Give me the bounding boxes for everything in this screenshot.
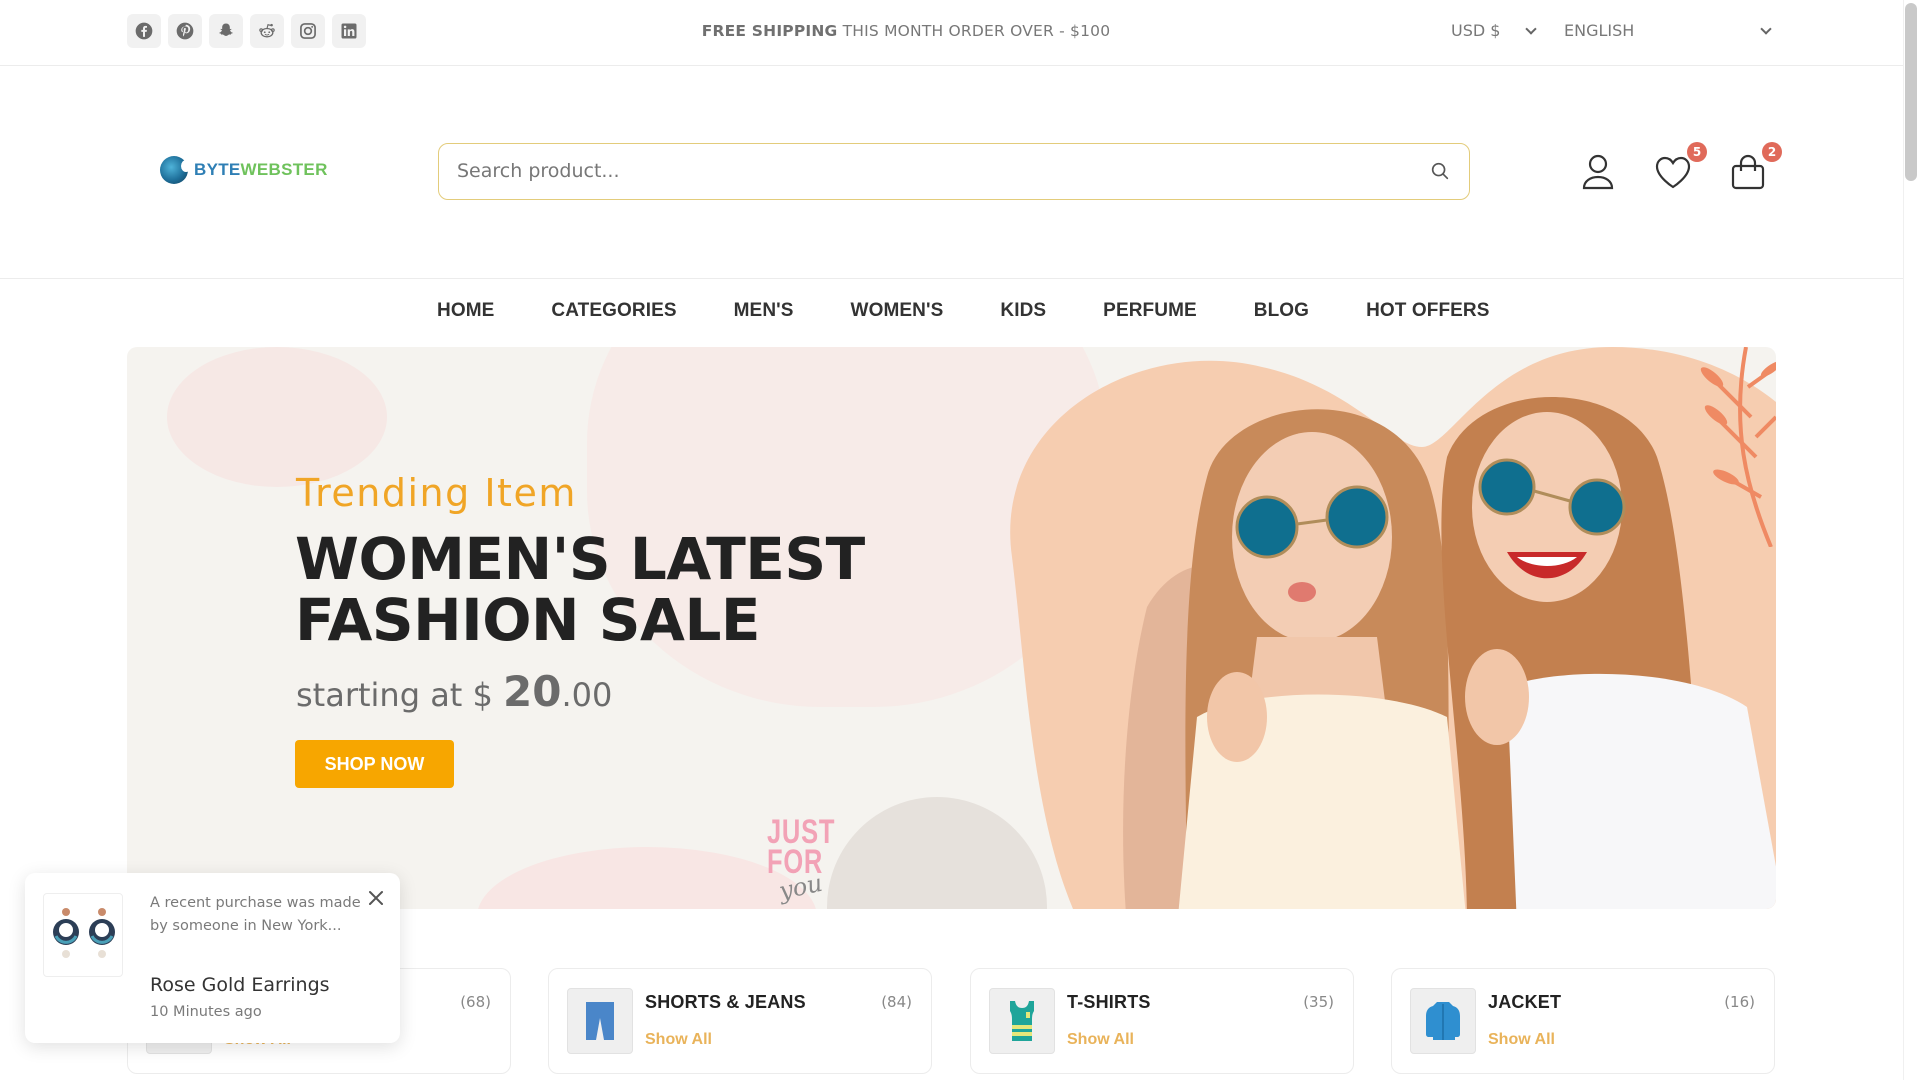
toast-message: A recent purchase was made by someone in…: [150, 895, 361, 934]
hero-banner: Trending Item WOMEN'S LATEST FASHION SAL…: [127, 347, 1776, 909]
decor-leaf-icon: [1700, 347, 1776, 547]
language-select[interactable]: ENGLISH: [1564, 21, 1772, 40]
cart-count-badge: 2: [1762, 142, 1782, 162]
category-thumb: [567, 988, 633, 1054]
currency-value: USD $: [1451, 21, 1501, 40]
show-all-link[interactable]: Show All: [1067, 1031, 1134, 1049]
search-icon: [1431, 162, 1449, 180]
shipping-notice: FREE SHIPPING THIS MONTH ORDER OVER - $1…: [0, 22, 1812, 40]
logo-text-byte: BYTE: [194, 160, 241, 179]
wishlist-button[interactable]: 5: [1651, 142, 1707, 194]
logo-text-webster: WEBSTER: [240, 160, 328, 179]
show-all-link[interactable]: Show All: [645, 1031, 712, 1049]
nav-hot-offers[interactable]: HOT OFFERS: [1366, 300, 1489, 322]
price-whole: 20: [503, 667, 562, 716]
price-prefix: starting at $: [296, 676, 504, 714]
chevron-down-icon: [1760, 22, 1772, 35]
main-nav: HOME CATEGORIES MEN'S WOMEN'S KIDS PERFU…: [437, 300, 1547, 322]
category-card[interactable]: SHORTS & JEANS (84) Show All: [548, 968, 932, 1074]
shipping-text: THIS MONTH ORDER OVER - $100: [837, 22, 1111, 40]
account-button[interactable]: [1576, 150, 1620, 194]
earrings-icon: [53, 908, 115, 958]
nav-blog[interactable]: BLOG: [1254, 300, 1309, 322]
hero-price: starting at $ 20.00: [296, 667, 612, 716]
shop-now-button[interactable]: SHOP NOW: [295, 740, 454, 788]
search-bar: [438, 143, 1470, 200]
nav-perfume[interactable]: PERFUME: [1103, 300, 1197, 322]
hero-title: WOMEN'S LATEST FASHION SALE: [295, 529, 865, 651]
search-input[interactable]: [457, 144, 1397, 198]
nav-home[interactable]: HOME: [437, 300, 494, 322]
category-name: T-SHIRTS: [1067, 992, 1151, 1012]
toast-close-button[interactable]: [366, 888, 386, 908]
language-value: ENGLISH: [1564, 21, 1635, 40]
jacket-icon: [1426, 1002, 1460, 1040]
nav-kids[interactable]: KIDS: [1000, 300, 1046, 322]
cart-button[interactable]: 2: [1726, 142, 1782, 194]
category-thumb: [1410, 988, 1476, 1054]
shorts-jeans-icon: [586, 1002, 614, 1040]
hero-models-image: [1123, 397, 1776, 909]
currency-select[interactable]: USD $: [1451, 21, 1538, 40]
toast-product-image: [43, 893, 123, 977]
toast-product-name: Rose Gold Earrings: [150, 974, 330, 996]
hero-title-line2: FASHION SALE: [295, 586, 761, 654]
toast-time: 10 Minutes ago: [150, 1004, 262, 1020]
chevron-down-icon: [1525, 22, 1538, 35]
hero-subtitle: Trending Item: [296, 471, 577, 515]
decor-blob: [167, 347, 387, 487]
site-logo[interactable]: BYTEWEBSTER: [160, 156, 328, 184]
category-name: SHORTS & JEANS: [645, 992, 806, 1012]
nav-categories[interactable]: CATEGORIES: [551, 300, 676, 322]
tshirt-icon: [1010, 1001, 1034, 1041]
main-header: BYTEWEBSTER 5 2: [0, 66, 1903, 279]
show-all-link[interactable]: Show All: [1488, 1031, 1555, 1049]
category-count: (35): [1303, 993, 1334, 1011]
recent-purchase-toast: A recent purchase was made by someone in…: [25, 873, 400, 1043]
page: FREE SHIPPING THIS MONTH ORDER OVER - $1…: [0, 0, 1903, 1080]
shipping-highlight: FREE SHIPPING: [701, 22, 838, 40]
category-card[interactable]: JACKET (16) Show All: [1391, 968, 1775, 1074]
category-name: JACKET: [1488, 992, 1562, 1012]
price-cents: .00: [561, 676, 613, 714]
category-count: (16): [1724, 993, 1755, 1011]
search-button[interactable]: [1429, 160, 1451, 182]
logo-globe-icon: [160, 156, 191, 184]
just-for-you-decor: JUST FOR you: [767, 815, 847, 907]
wishlist-count-badge: 5: [1687, 142, 1707, 162]
user-icon: [1582, 154, 1614, 190]
top-bar: FREE SHIPPING THIS MONTH ORDER OVER - $1…: [0, 0, 1903, 66]
nav-mens[interactable]: MEN'S: [734, 300, 794, 322]
category-thumb: [989, 988, 1055, 1054]
category-count: (68): [460, 993, 491, 1011]
hero-title-line1: WOMEN'S LATEST: [295, 525, 865, 593]
close-icon: [369, 891, 383, 905]
scrollbar-thumb[interactable]: [1905, 3, 1917, 181]
decor-blob: [477, 847, 817, 909]
category-count: (84): [881, 993, 912, 1011]
category-card[interactable]: T-SHIRTS (35) Show All: [970, 968, 1354, 1074]
nav-womens[interactable]: WOMEN'S: [851, 300, 944, 322]
logo-text: BYTEWEBSTER: [194, 160, 328, 180]
